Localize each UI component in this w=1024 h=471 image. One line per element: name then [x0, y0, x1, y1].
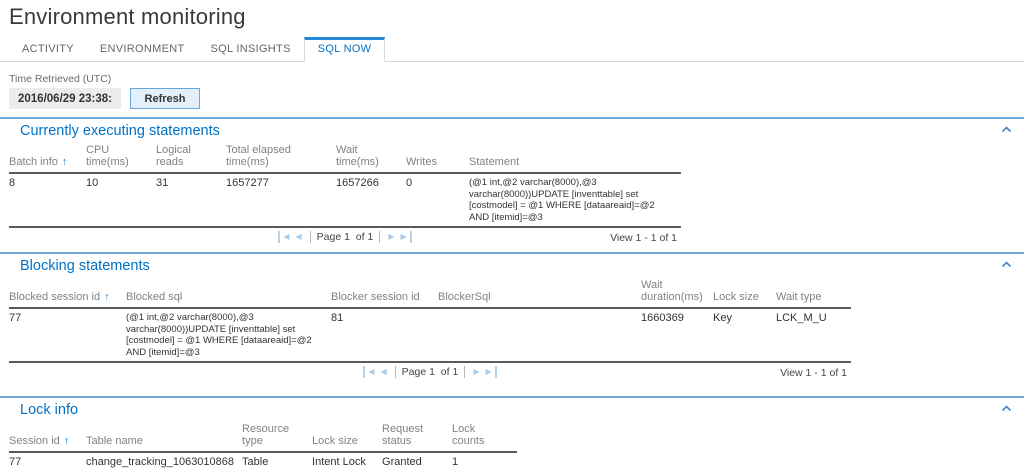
table-header-row: Session id↑ Table name Resource type Loc…: [9, 422, 517, 452]
collapse-executing-icon[interactable]: [1001, 126, 1012, 133]
first-page-icon[interactable]: ◀: [363, 366, 377, 378]
col-wait-type[interactable]: Wait type: [776, 278, 851, 308]
table-header-row: Blocked session id↑ Blocked sql Blocker …: [9, 278, 851, 308]
col-cpu-time[interactable]: CPU time(ms): [86, 143, 156, 173]
cell-wait-time: 1657266: [336, 173, 406, 227]
next-page-icon[interactable]: ▶: [470, 366, 482, 378]
last-page-icon[interactable]: ▶: [397, 231, 411, 243]
section-title-lock-info: Lock info: [20, 402, 1015, 418]
view-range-text: View 1 - 1 of 1: [780, 367, 847, 379]
cell-writes: 0: [406, 173, 469, 227]
tab-sql-now[interactable]: SQL NOW: [304, 37, 386, 62]
col-table-name[interactable]: Table name: [86, 422, 242, 452]
col-batch-info[interactable]: Batch info↑: [9, 143, 86, 173]
prev-page-icon[interactable]: ◀: [378, 366, 390, 378]
col-lock-counts[interactable]: Lock counts: [452, 422, 517, 452]
table-header-row: Batch info↑ CPU time(ms) Logical reads T…: [9, 143, 681, 173]
blocking-statements-table: Blocked session id↑ Blocked sql Blocker …: [9, 278, 851, 363]
cell-blocked-sql: (@1 int,@2 varchar(8000),@3 varchar(8000…: [126, 308, 331, 362]
cell-request-status: Granted: [382, 452, 452, 471]
page-title: Environment monitoring: [9, 4, 1024, 30]
col-wait-duration[interactable]: Wait duration(ms): [641, 278, 713, 308]
col-total-elapsed[interactable]: Total elapsed time(ms): [226, 143, 336, 173]
cell-blocker-sql: [438, 308, 641, 362]
tab-bar: ACTIVITY ENVIRONMENT SQL INSIGHTS SQL NO…: [0, 38, 1024, 62]
sort-asc-icon: ↑: [62, 156, 68, 168]
table-row: 8 10 31 1657277 1657266 0 (@1 int,@2 var…: [9, 173, 681, 227]
section-title-executing: Currently executing statements: [20, 123, 1015, 139]
prev-page-icon[interactable]: ◀: [293, 231, 305, 243]
first-page-icon[interactable]: ◀: [278, 231, 292, 243]
cell-lock-size: Intent Lock: [312, 452, 382, 471]
view-range-text: View 1 - 1 of 1: [610, 232, 677, 244]
collapse-blocking-icon[interactable]: [1001, 261, 1012, 268]
sort-asc-icon: ↑: [64, 435, 70, 447]
cell-batch-info: 8: [9, 173, 86, 227]
cell-total-elapsed: 1657277: [226, 173, 336, 227]
cell-lock-size: Key: [713, 308, 776, 362]
section-blocking-statements: Blocking statements Blocked session id↑ …: [0, 252, 1024, 384]
cell-wait-type: LCK_M_U: [776, 308, 851, 362]
cell-resource-type: Table: [242, 452, 312, 471]
col-lock-size[interactable]: Lock size: [312, 422, 382, 452]
page-indicator: Page 1 of 1: [395, 366, 466, 378]
table-row: 77 change_tracking_1063010868 Table Inte…: [9, 452, 517, 471]
section-currently-executing: Currently executing statements Batch inf…: [0, 117, 1024, 249]
pager-bar: ◀ ◀ Page 1 of 1 ▶ ▶ View 1 - 1 of 1: [9, 230, 681, 249]
time-retrieved-label: Time Retrieved (UTC): [9, 73, 1024, 85]
cell-blocker-session-id: 81: [331, 308, 438, 362]
col-writes[interactable]: Writes: [406, 143, 469, 173]
section-lock-info: Lock info Session id↑ Table name Resourc…: [0, 396, 1024, 471]
col-request-status[interactable]: Request status: [382, 422, 452, 452]
cell-statement: (@1 int,@2 varchar(8000),@3 varchar(8000…: [469, 173, 681, 227]
col-blocked-sql[interactable]: Blocked sql: [126, 278, 331, 308]
time-retrieved-input[interactable]: [9, 88, 121, 109]
cell-session-id: 77: [9, 452, 86, 471]
executing-statements-table: Batch info↑ CPU time(ms) Logical reads T…: [9, 143, 681, 228]
cell-wait-duration: 1660369: [641, 308, 713, 362]
next-page-icon[interactable]: ▶: [385, 231, 397, 243]
tab-environment[interactable]: ENVIRONMENT: [87, 38, 198, 61]
pager: ◀ ◀ Page 1 of 1 ▶ ▶: [9, 366, 851, 378]
cell-table-name: change_tracking_1063010868: [86, 452, 242, 471]
environment-monitoring-page: Environment monitoring ACTIVITY ENVIRONM…: [0, 4, 1024, 471]
tab-sql-insights[interactable]: SQL INSIGHTS: [198, 38, 304, 61]
col-wait-time[interactable]: Wait time(ms): [336, 143, 406, 173]
col-blocked-session-id[interactable]: Blocked session id↑: [9, 278, 126, 308]
col-statement[interactable]: Statement: [469, 143, 681, 173]
last-page-icon[interactable]: ▶: [482, 366, 496, 378]
refresh-button[interactable]: Refresh: [130, 88, 200, 109]
refresh-toolbar: Time Retrieved (UTC) Refresh: [9, 73, 1024, 109]
cell-lock-counts: 1: [452, 452, 517, 471]
cell-cpu-time: 10: [86, 173, 156, 227]
cell-blocked-session-id: 77: [9, 308, 126, 362]
col-logical-reads[interactable]: Logical reads: [156, 143, 226, 173]
col-blocker-sql[interactable]: BlockerSql: [438, 278, 641, 308]
col-lock-size[interactable]: Lock size: [713, 278, 776, 308]
col-blocker-session-id[interactable]: Blocker session id: [331, 278, 438, 308]
table-row: 77 (@1 int,@2 varchar(8000),@3 varchar(8…: [9, 308, 851, 362]
pager-bar: ◀ ◀ Page 1 of 1 ▶ ▶ View 1 - 1 of 1: [9, 365, 851, 384]
section-title-blocking: Blocking statements: [20, 258, 1015, 274]
collapse-lock-info-icon[interactable]: [1001, 405, 1012, 412]
page-indicator: Page 1 of 1: [310, 231, 381, 243]
col-session-id[interactable]: Session id↑: [9, 422, 86, 452]
pager: ◀ ◀ Page 1 of 1 ▶ ▶: [9, 231, 681, 243]
lock-info-table: Session id↑ Table name Resource type Loc…: [9, 422, 517, 471]
tab-activity[interactable]: ACTIVITY: [9, 38, 87, 61]
cell-logical-reads: 31: [156, 173, 226, 227]
col-resource-type[interactable]: Resource type: [242, 422, 312, 452]
sort-asc-icon: ↑: [104, 291, 110, 303]
